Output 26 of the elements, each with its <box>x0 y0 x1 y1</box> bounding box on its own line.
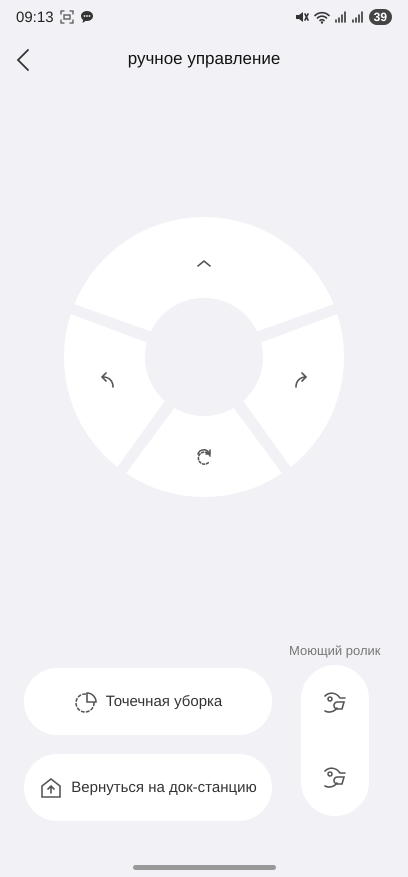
home-indicator[interactable] <box>132 865 276 870</box>
turn-right-icon <box>295 372 308 388</box>
spot-cleaning-button[interactable]: Точечная уборка <box>24 668 272 735</box>
roller-button[interactable] <box>322 690 348 716</box>
forward-button[interactable] <box>74 217 334 332</box>
rotate-icon <box>197 449 211 465</box>
wifi-icon <box>314 10 330 24</box>
section-label: Моющий ролик <box>289 643 380 658</box>
signal-icon <box>352 11 364 23</box>
rotate-button[interactable] <box>126 408 282 497</box>
mute-icon <box>294 11 309 23</box>
chevron-up-icon <box>197 260 211 267</box>
page-title: ручное управление <box>128 49 280 69</box>
battery-indicator: 39 <box>368 9 392 25</box>
home-upload-icon <box>39 776 64 800</box>
turn-left-icon <box>100 372 114 388</box>
screenshot-icon <box>60 10 74 24</box>
signal-icon <box>334 11 347 23</box>
spot-area-icon <box>74 690 98 714</box>
return-to-dock-button[interactable]: Вернуться на док-станцию <box>24 754 272 821</box>
mop-roller-icon <box>322 690 348 716</box>
chat-icon <box>80 10 94 24</box>
turn-right-button[interactable] <box>243 314 344 467</box>
status-time: 09:13 <box>16 8 54 26</box>
turn-left-button[interactable] <box>64 314 165 467</box>
back-button[interactable] <box>14 46 32 74</box>
